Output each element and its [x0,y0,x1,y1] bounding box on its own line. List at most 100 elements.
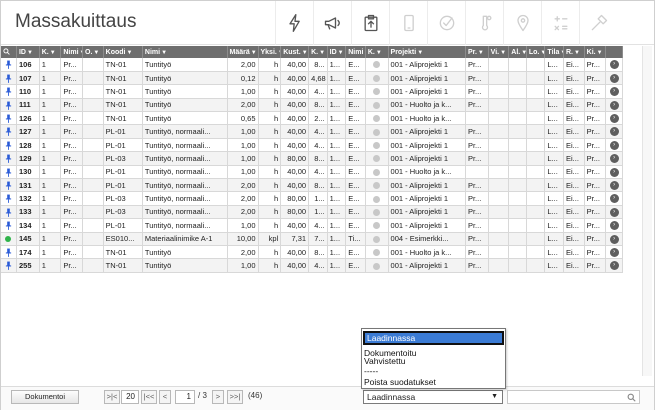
page-size-toggle-button[interactable]: >|< [104,390,120,404]
table-cell: E... [345,178,366,193]
column-header[interactable]: Nimi▼ [60,46,84,58]
open-row-arrow-icon[interactable]: › [609,114,619,124]
info-dot-icon[interactable] [373,75,381,83]
open-row-arrow-icon[interactable]: › [609,100,619,110]
info-dot-icon[interactable] [373,209,381,216]
previous-page-button[interactable]: < [159,390,171,404]
table-row[interactable]: 129 1 Pr... PL-03 Tuntityö, normaali... 1,00 h… [1,151,623,166]
column-header[interactable]: Yksi.▼ [258,46,282,58]
first-page-button[interactable]: |<< [141,390,157,404]
sort-caret-icon: ▼ [500,49,507,56]
table-row[interactable]: 107 1 Pr... TN-01 Tuntityö 0,12 h 40,00 4,68 1...… [1,71,623,86]
search-column-header[interactable] [1,46,18,58]
cell-text: 255 [18,261,32,271]
info-dot-icon[interactable] [373,262,381,270]
table-row[interactable]: 110 1 Pr... TN-01 Tuntityö 1,00 h 40,00 4... 1...… [1,84,623,99]
open-row-arrow-icon[interactable]: › [609,261,619,271]
table-row[interactable]: 133 1 Pr... PL-03 Tuntityö, normaali... 2,00 h… [1,205,623,220]
open-row-arrow-icon[interactable]: › [609,87,619,97]
column-header[interactable]: K.▼ [308,46,328,58]
column-header[interactable]: Kust.▼ [280,46,310,58]
table-cell: 2... [308,111,328,126]
info-dot-icon[interactable] [373,61,381,69]
table-cell: L... [544,178,564,193]
open-row-arrow-icon[interactable]: › [609,207,619,217]
info-dot-icon[interactable] [373,222,381,230]
status-filter-select[interactable]: Laadinnassa ▼ [363,390,503,404]
column-header[interactable]: Koodi▼ [103,46,143,58]
megaphone-icon[interactable] [313,1,351,45]
search-input[interactable] [507,390,640,404]
current-page-input[interactable]: 1 [175,390,195,404]
open-row-arrow-icon[interactable]: › [609,154,619,164]
info-dot-icon[interactable] [373,249,381,257]
cell-text: 1 [41,194,46,204]
open-row-arrow-icon[interactable]: › [609,60,619,70]
dropdown-option-draft[interactable]: Laadinnassa [363,331,504,345]
info-dot-icon[interactable] [373,235,381,243]
open-row-arrow-icon[interactable]: › [609,221,619,231]
column-header[interactable]: O.▼ [82,46,104,58]
column-header[interactable]: Nimi▼ [142,46,228,58]
table-cell [526,71,546,86]
cell-text: Tuntityö, normaali... [144,194,211,204]
vertical-scrollbar[interactable] [642,46,652,376]
info-dot-icon[interactable] [373,101,381,109]
info-dot-icon[interactable] [373,115,381,123]
table-row[interactable]: 126 1 Pr... TN-01 Tuntityö 0,65 h 40,00 2... 1...… [1,111,623,126]
cell-text: 174 [18,247,32,257]
open-row-arrow-icon[interactable]: › [609,167,619,177]
open-row-arrow-icon[interactable]: › [609,140,619,150]
table-row[interactable]: 145 1 Pr... ES010... Materiaalinimike A-1 10,… [1,232,623,246]
table-row[interactable]: 106 1 Pr... TN-01 Tuntityö 2,00 h 40,00 8... 1...… [1,58,623,72]
info-dot-icon[interactable] [373,142,381,150]
column-header[interactable]: Al.▼ [508,46,527,58]
table-row[interactable]: 174 1 Pr... TN-01 Tuntityö 2,00 h 40,00 8... 1...… [1,245,623,260]
last-page-button[interactable]: >>| [227,390,243,404]
column-header-label: Ki. [586,48,596,56]
column-header[interactable]: R.▼ [563,46,585,58]
info-dot-icon[interactable] [373,195,381,203]
column-header[interactable]: Määrä▼ [227,46,259,58]
table-row[interactable]: 111 1 Pr... TN-01 Tuntityö 2,00 h 40,00 8... 1...… [1,98,623,113]
page-size-input[interactable]: 20 [121,390,139,404]
open-row-arrow-icon[interactable]: › [609,127,619,137]
table-row[interactable]: 134 1 Pr... PL-01 Tuntityö, normaali... 1,00 h… [1,218,623,233]
column-header[interactable]: Projekti▼ [388,46,466,58]
open-row-arrow-icon[interactable]: › [609,73,619,83]
table-cell: 1... [327,124,347,139]
table-row[interactable]: 127 1 Pr... PL-01 Tuntityö, normaali... 1,00 h… [1,124,623,139]
info-dot-icon[interactable] [373,168,381,176]
column-header[interactable]: K.▼ [365,46,389,58]
next-page-button[interactable]: > [212,390,224,404]
open-row-arrow-icon[interactable]: › [609,247,619,257]
column-header[interactable]: Tila▼ [544,46,564,58]
table-row[interactable]: 255 1 Pr... TN-01 Tuntityö 1,00 h 40,00 4... 1...… [1,258,623,273]
info-dot-icon[interactable] [373,155,381,163]
table-row[interactable]: 130 1 Pr... PL-01 Tuntityö, normaali... 1,00 h… [1,165,623,180]
table-row[interactable]: 128 1 Pr... PL-01 Tuntityö, normaali... 1,00 h… [1,138,623,153]
column-header[interactable]: Ki.▼ [584,46,607,58]
column-header[interactable]: Nimi▼ [345,46,366,58]
clipboard-upload-icon[interactable] [351,1,389,45]
document-button[interactable]: Dokumentoi [11,390,79,404]
bolt-icon[interactable] [275,1,313,45]
column-header[interactable]: Pr.▼ [465,46,489,58]
column-header[interactable]: Vi.▼ [488,46,510,58]
column-header[interactable]: ID▼ [327,46,347,58]
info-dot-icon[interactable] [373,128,381,136]
table-cell: ES010... [103,232,143,246]
column-header[interactable]: Lo.▼ [526,46,546,58]
table-cell: PL-01 [103,124,143,139]
info-dot-icon[interactable] [373,182,381,190]
open-row-arrow-icon[interactable]: › [609,180,619,190]
column-header[interactable]: K.▼ [39,46,62,58]
open-row-arrow-icon[interactable]: › [609,234,619,244]
info-dot-icon[interactable] [373,88,381,96]
column-header[interactable]: ID▼ [16,46,40,58]
dropdown-option-confirmed[interactable]: Vahvistettu [364,356,405,366]
open-row-arrow-icon[interactable]: › [609,194,619,204]
table-row[interactable]: 131 1 Pr... PL-01 Tuntityö, normaali... 2,00 h… [1,178,623,193]
table-row[interactable]: 132 1 Pr... PL-03 Tuntityö, normaali... 2,00 h… [1,191,623,206]
dropdown-option-clear-filters[interactable]: Poista suodatukset [364,377,436,387]
